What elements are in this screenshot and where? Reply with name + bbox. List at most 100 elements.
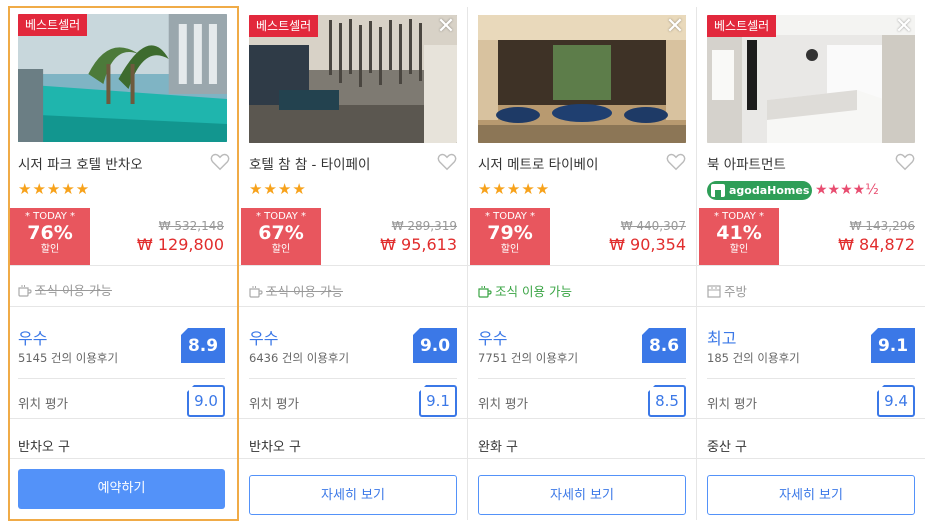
coffee-cup-icon	[18, 285, 32, 297]
section-divider	[239, 418, 467, 419]
inner-divider	[249, 378, 457, 379]
inner-divider	[18, 378, 225, 379]
close-icon[interactable]: ✕	[893, 16, 915, 39]
close-icon[interactable]: ✕	[435, 16, 457, 39]
section-divider	[239, 265, 467, 266]
deal-today-label: * TODAY *	[713, 211, 765, 222]
today-deal-badge: * TODAY * 76% 할인	[10, 208, 90, 266]
hotel-photo[interactable]: 베스트셀러 ✕	[249, 15, 457, 143]
review-score-badge: 8.9	[181, 328, 225, 363]
hotel-card[interactable]: 베스트셀러 ✕ 북 아파트먼트 agodaHomes ★★★★½ * TODAY…	[697, 7, 925, 520]
section-divider	[697, 418, 925, 419]
hotel-photo[interactable]: ✕	[478, 15, 686, 143]
review-score-badge: 9.1	[871, 328, 915, 363]
view-details-button[interactable]: 자세히 보기	[478, 475, 686, 515]
section-divider	[468, 458, 696, 459]
agoda-homes-label: agodaHomes	[729, 184, 810, 197]
district-name: 반차오 구	[249, 440, 301, 455]
hotel-name[interactable]: 시저 메트로 타이베이	[478, 153, 598, 173]
section-divider	[10, 418, 237, 419]
deal-percent: 76%	[27, 222, 73, 244]
hotel-name[interactable]: 호텔 참 참 - 타이페이	[249, 153, 370, 173]
deal-today-label: * TODAY *	[24, 211, 76, 222]
section-divider	[468, 306, 696, 307]
review-score-badge: 8.6	[642, 328, 686, 363]
heart-icon[interactable]	[665, 150, 687, 172]
section-divider	[10, 458, 237, 459]
original-price: ₩ 143,296	[849, 219, 915, 233]
amenity-label: 주방	[724, 284, 748, 299]
heart-icon[interactable]	[209, 150, 231, 172]
deal-today-label: * TODAY *	[255, 211, 307, 222]
home-icon	[711, 184, 725, 197]
deal-off-label: 할인	[500, 244, 520, 255]
location-score-badge: 9.1	[419, 385, 457, 417]
close-icon[interactable]: ✕	[664, 16, 686, 39]
amenity-breakfast: 조식 이용 가능	[478, 281, 572, 300]
original-price: ₩ 440,307	[620, 219, 686, 233]
district-name: 중산 구	[707, 440, 748, 455]
view-details-button[interactable]: 자세히 보기	[707, 475, 915, 515]
hotel-card[interactable]: 베스트셀러 시저 파크 호텔 반차오 ★★★★★ * TODAY * 76% 할…	[8, 6, 239, 521]
location-score-badge: 9.4	[877, 385, 915, 417]
review-score-badge: 9.0	[413, 328, 457, 363]
section-divider	[10, 265, 237, 266]
review-count[interactable]: 7751 건의 이용후기	[478, 350, 578, 366]
inner-divider	[707, 378, 915, 379]
today-deal-badge: * TODAY * 67% 할인	[241, 208, 321, 266]
section-divider	[239, 458, 467, 459]
view-details-button[interactable]: 자세히 보기	[249, 475, 457, 515]
hotel-card[interactable]: 베스트셀러 ✕ 호텔 참 참 - 타이페이 ★★★★ * TODAY * 67%…	[239, 7, 467, 520]
hotel-photo[interactable]: 베스트셀러 ✕	[707, 15, 915, 143]
agoda-homes-badge: agodaHomes	[707, 181, 812, 200]
bestseller-badge: 베스트셀러	[707, 15, 777, 37]
review-rating-word: 우수	[478, 329, 508, 348]
deal-percent: 79%	[487, 222, 533, 244]
hotel-card[interactable]: ✕ 시저 메트로 타이베이 ★★★★★ * TODAY * 79% 할인 ₩ 4…	[468, 7, 696, 520]
today-deal-badge: * TODAY * 41% 할인	[699, 208, 779, 266]
book-button[interactable]: 예약하기	[18, 469, 225, 509]
deal-off-label: 할인	[271, 244, 291, 255]
review-rating-word: 우수	[18, 329, 48, 348]
deal-percent: 67%	[258, 222, 304, 244]
review-count[interactable]: 5145 건의 이용후기	[18, 350, 118, 366]
location-rating-label: 위치 평가	[707, 396, 757, 411]
star-rating: ★★★★½	[815, 182, 879, 198]
review-count[interactable]: 6436 건의 이용후기	[249, 350, 349, 366]
district-name: 반차오 구	[18, 440, 70, 455]
section-divider	[468, 418, 696, 419]
hotel-name[interactable]: 시저 파크 호텔 반차오	[18, 153, 143, 173]
section-divider	[697, 458, 925, 459]
section-divider	[10, 306, 237, 307]
sale-price: ₩ 90,354	[609, 235, 686, 254]
sale-price: ₩ 129,800	[136, 235, 224, 254]
heart-icon[interactable]	[436, 150, 458, 172]
star-rating: ★★★★★	[478, 180, 551, 198]
bestseller-badge: 베스트셀러	[18, 14, 88, 36]
amenity-breakfast: 조식 이용 가능	[18, 280, 112, 299]
deal-off-label: 할인	[729, 244, 749, 255]
location-score-badge: 8.5	[648, 385, 686, 417]
kitchen-icon	[707, 285, 721, 298]
coffee-cup-icon	[249, 286, 263, 298]
deal-today-label: * TODAY *	[484, 211, 536, 222]
hotel-name[interactable]: 북 아파트먼트	[707, 153, 786, 173]
today-deal-badge: * TODAY * 79% 할인	[470, 208, 550, 266]
location-rating-label: 위치 평가	[249, 396, 299, 411]
star-rating: ★★★★★	[18, 180, 91, 198]
amenity-label: 조식 이용 가능	[495, 284, 572, 299]
heart-icon[interactable]	[894, 150, 916, 172]
district-name: 완화 구	[478, 440, 519, 455]
section-divider	[697, 306, 925, 307]
section-divider	[697, 265, 925, 266]
original-price: ₩ 532,148	[158, 219, 224, 233]
review-rating-word: 최고	[707, 329, 737, 348]
hotel-photo[interactable]: 베스트셀러	[18, 14, 227, 142]
deal-off-label: 할인	[40, 244, 60, 255]
amenity-kitchen: 주방	[707, 281, 747, 300]
section-divider	[239, 306, 467, 307]
bestseller-badge: 베스트셀러	[249, 15, 319, 37]
original-price: ₩ 289,319	[391, 219, 457, 233]
amenity-breakfast: 조식 이용 가능	[249, 281, 343, 300]
review-count[interactable]: 185 건의 이용후기	[707, 350, 800, 366]
